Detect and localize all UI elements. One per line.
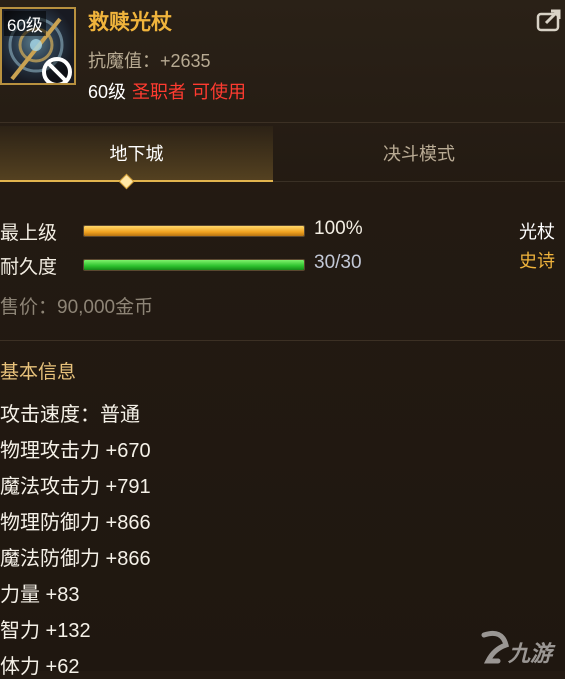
tab-duel-mode[interactable]: 决斗模式 (273, 126, 565, 182)
stat-line: 体力 +62 (0, 656, 80, 678)
durability-label: 耐久度 (0, 257, 58, 278)
durability-value: 30/30 (314, 252, 362, 273)
export-icon[interactable] (536, 8, 562, 32)
item-level-badge: 60级 (4, 11, 46, 36)
watermark-text: 九游 (508, 641, 553, 666)
stat-line: 智力 +132 (0, 620, 91, 642)
header-divider (0, 122, 565, 123)
required-level: 60级 (88, 82, 127, 102)
requirement-line: 60级 圣职者 可使用 (88, 78, 246, 104)
staff-item-icon[interactable]: 60级 (0, 7, 76, 85)
stat-line: 魔法防御力 +866 (0, 548, 151, 570)
durability-bar (83, 259, 305, 271)
item-tooltip-panel: 60级 救赎光杖 抗魔值：+2635 60级 圣职者 可使用 地下城 决斗模式 最上… (0, 0, 565, 678)
grade-bar-fill (84, 226, 304, 236)
grade-bar (83, 225, 305, 237)
sell-price: 售价：90,000金币 (0, 297, 154, 318)
ban-icon (42, 57, 72, 83)
stat-line: 物理攻击力 +670 (0, 440, 151, 462)
required-class: 圣职者 (132, 82, 187, 102)
anti-magic-value: 抗魔值：+2635 (88, 51, 211, 71)
grade-label: 最上级 (0, 223, 58, 244)
usable-status: 可使用 (192, 82, 247, 102)
item-rarity: 史诗 (519, 251, 555, 271)
basic-info-title: 基本信息 (0, 362, 77, 383)
section-divider (0, 340, 565, 341)
stat-line: 攻击速度：普通 (0, 404, 140, 426)
stat-line: 物理防御力 +866 (0, 512, 151, 534)
item-name: 救赎光杖 (88, 11, 172, 34)
tab-dungeon[interactable]: 地下城 (0, 126, 273, 182)
stat-line: 力量 +83 (0, 584, 80, 606)
durability-bar-fill (84, 260, 304, 270)
stat-line: 魔法攻击力 +791 (0, 476, 151, 498)
grade-value: 100% (314, 218, 363, 239)
item-type: 光杖 (519, 222, 555, 242)
